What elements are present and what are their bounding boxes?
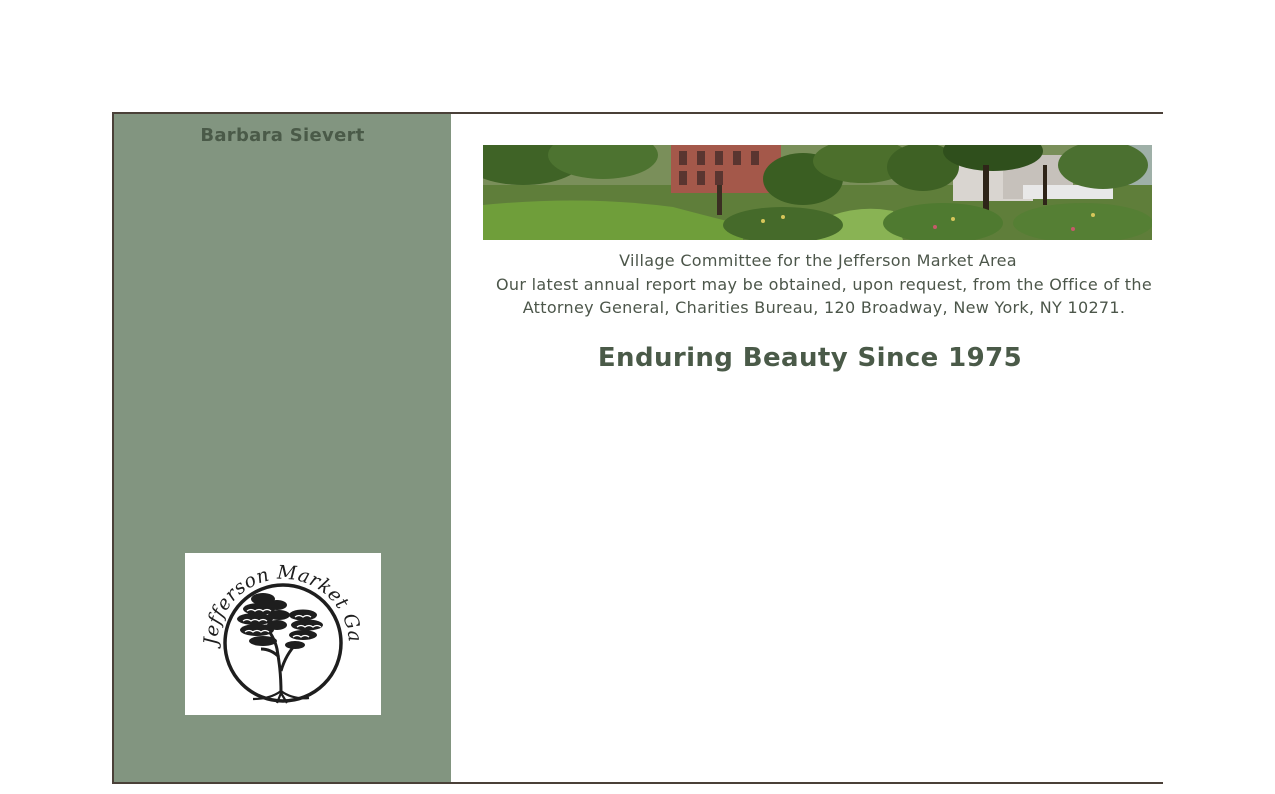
sidebar: Barbara Sievert The Jefferson Market Gar… — [114, 114, 451, 782]
main-content: Village Committee for the Jefferson Mark… — [451, 114, 1163, 782]
jefferson-market-garden-logo: The Jefferson Market Garden — [185, 553, 381, 715]
annual-report-note: Our latest annual report may be obtained… — [479, 273, 1169, 319]
tree-seal-logo-icon: The Jefferson Market Garden — [185, 553, 366, 704]
tagline-heading: Enduring Beauty Since 1975 — [597, 343, 1023, 373]
garden-panorama-photo-icon — [483, 145, 1152, 240]
garden-banner-image — [483, 145, 1152, 240]
annual-report-note-line2: Attorney General, Charities Bureau, 120 … — [522, 298, 1126, 317]
sidebar-name-heading: Barbara Sievert — [200, 125, 365, 146]
page-frame: Barbara Sievert The Jefferson Market Gar… — [112, 112, 1163, 784]
organization-name: Village Committee for the Jefferson Mark… — [619, 251, 1017, 270]
annual-report-note-line1: Our latest annual report may be obtained… — [496, 275, 1152, 294]
